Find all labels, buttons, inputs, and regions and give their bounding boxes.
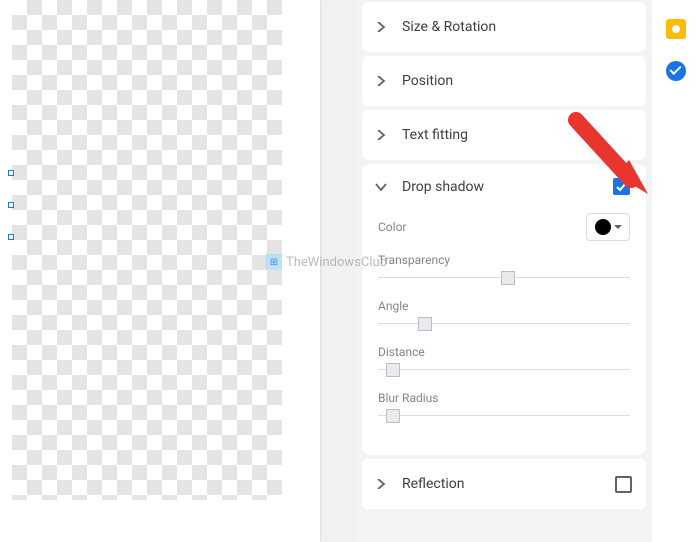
transparent-shape[interactable] xyxy=(12,0,282,500)
section-label: Text fitting xyxy=(402,127,632,143)
caret-down-icon xyxy=(614,225,622,229)
slider-thumb[interactable] xyxy=(501,271,515,285)
slider-thumb[interactable] xyxy=(386,409,400,423)
section-label: Drop shadow xyxy=(402,179,613,195)
resize-handle[interactable] xyxy=(8,170,14,176)
color-swatch-icon xyxy=(595,219,611,235)
section-reflection[interactable]: Reflection xyxy=(362,459,646,509)
distance-label: Distance xyxy=(378,345,630,359)
reflection-checkbox[interactable] xyxy=(615,476,632,493)
transparency-slider[interactable] xyxy=(378,271,630,285)
section-text-fitting[interactable]: Text fitting xyxy=(362,110,646,160)
slider-track xyxy=(378,323,630,324)
chevron-right-icon xyxy=(372,22,390,32)
resize-handle[interactable] xyxy=(8,202,14,208)
canvas-area[interactable] xyxy=(0,0,356,542)
side-panel-icons xyxy=(652,0,700,542)
format-options-panel: Size & Rotation Position Text fitting xyxy=(356,0,652,542)
distance-slider[interactable] xyxy=(378,363,630,377)
slide-page[interactable] xyxy=(0,0,320,542)
section-position[interactable]: Position xyxy=(362,56,646,106)
section-label: Size & Rotation xyxy=(402,19,632,35)
transparency-label: Transparency xyxy=(378,253,630,267)
chevron-right-icon xyxy=(372,479,390,489)
section-label: Position xyxy=(402,73,632,89)
section-label: Reflection xyxy=(402,476,615,492)
angle-slider[interactable] xyxy=(378,317,630,331)
resize-handle[interactable] xyxy=(8,234,14,240)
selection-handles[interactable] xyxy=(8,170,14,240)
section-size-rotation[interactable]: Size & Rotation xyxy=(362,2,646,52)
slider-track xyxy=(378,369,630,370)
chevron-right-icon xyxy=(372,130,390,140)
drop-shadow-checkbox[interactable] xyxy=(613,178,630,195)
chevron-right-icon xyxy=(372,76,390,86)
keep-icon[interactable] xyxy=(665,18,687,40)
angle-label: Angle xyxy=(378,299,630,313)
color-picker-button[interactable] xyxy=(586,213,630,241)
tasks-icon[interactable] xyxy=(665,60,687,82)
chevron-down-icon[interactable] xyxy=(372,182,390,192)
section-drop-shadow: Drop shadow Color Transparency xyxy=(362,164,646,455)
blur-label: Blur Radius xyxy=(378,391,630,405)
blur-slider[interactable] xyxy=(378,409,630,423)
slider-thumb[interactable] xyxy=(418,317,432,331)
slider-track xyxy=(378,415,630,416)
color-label: Color xyxy=(378,220,406,234)
slider-thumb[interactable] xyxy=(386,363,400,377)
